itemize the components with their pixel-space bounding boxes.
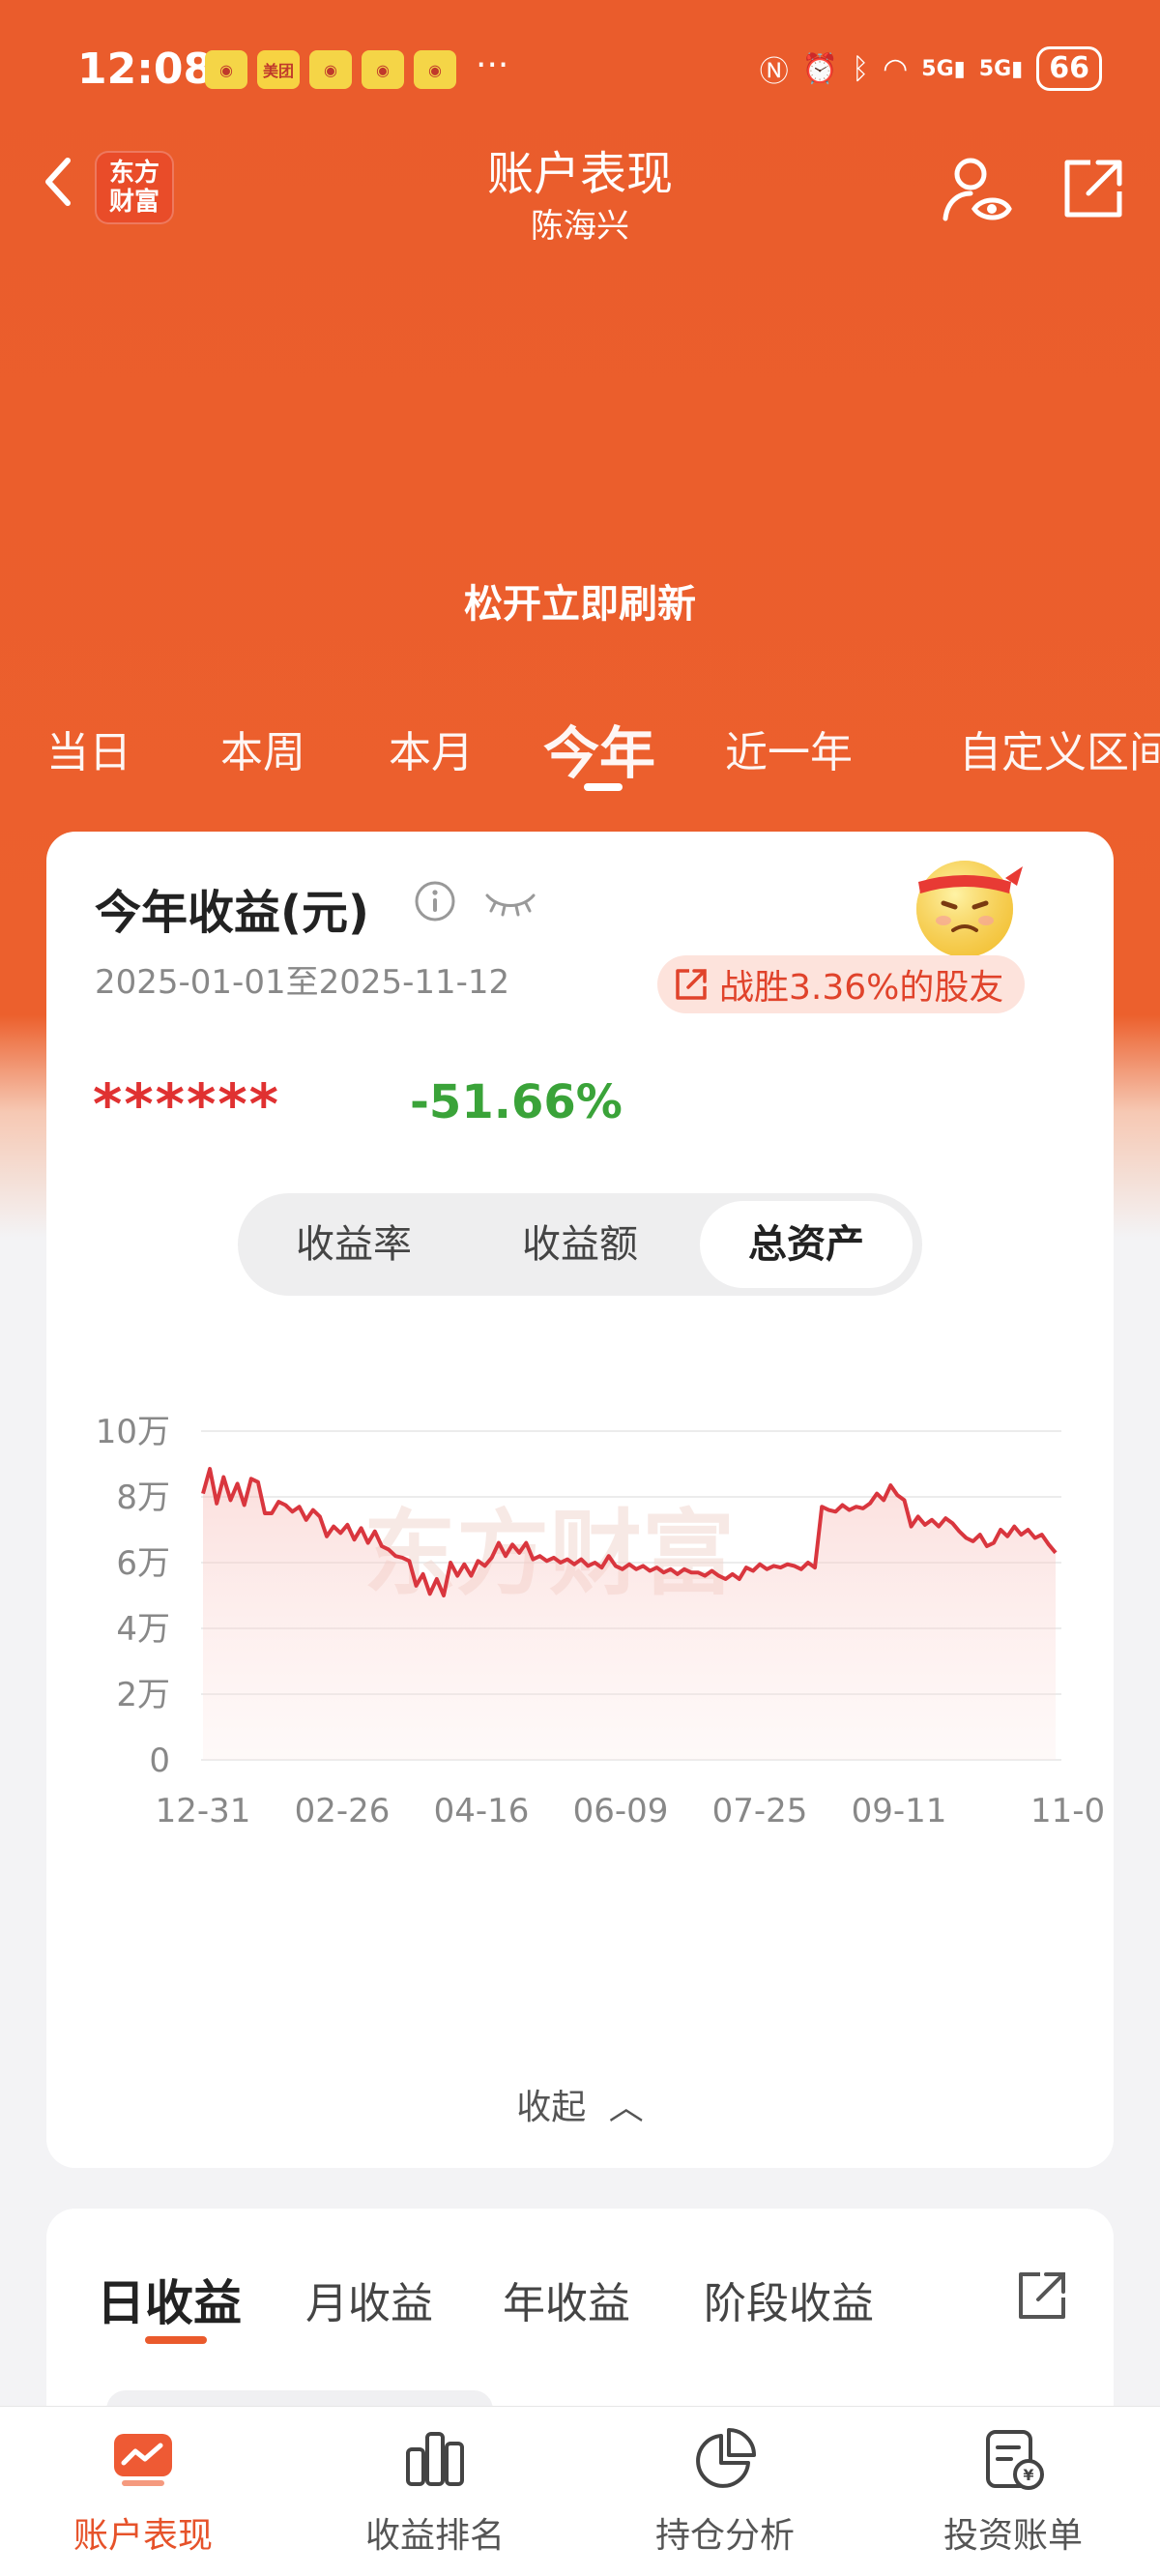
x-tick-label: 04-16 [434,1792,530,1830]
x-axis: 12-31 02-26 04-16 06-09 07-25 09-11 11-0 [156,1792,1106,1830]
tab-last-year[interactable]: 近一年 [725,717,853,779]
weibo-icon: ◉ [309,50,352,89]
tab-yearly-profit[interactable]: 年收益 [503,2269,630,2330]
nav-investment-bill[interactable]: ¥ 投资账单 [897,2424,1129,2558]
date-range: 2025-01-01至2025-11-12 [95,963,510,1002]
system-status: Ⓝ ⏰ ᛒ ◠ 5G▮ 5G▮ 66 [760,46,1102,91]
weibo-icon: ◉ [205,50,247,89]
battery-icon: 66 [1036,46,1102,91]
signal-5g-icon: 5G▮ [978,56,1024,81]
return-percentage: -51.66% [410,1075,623,1129]
nfc-icon: Ⓝ [759,55,789,89]
user-privacy-icon[interactable] [940,153,1013,226]
share-icon[interactable] [1015,2269,1069,2323]
y-tick-label: 2万 [116,1676,170,1714]
x-tick-label: 12-31 [156,1792,251,1830]
hide-amount-icon[interactable] [483,888,537,917]
status-bar: 12:08 ◉ 美团 ◉ ◉ ◉ ··· Ⓝ ⏰ ᛒ ◠ 5G▮ 5G▮ 66 [0,39,1160,101]
tab-daily-profit[interactable]: 日收益 [97,2265,242,2334]
active-tab-indicator [584,783,623,791]
nav-profit-ranking[interactable]: 收益排名 [319,2424,551,2558]
wifi-icon: ◠ [883,51,909,86]
y-tick-label: 6万 [116,1544,170,1583]
active-tab-indicator [145,2336,207,2344]
tab-stage-profit[interactable]: 阶段收益 [704,2269,874,2330]
meituan-icon: 美团 [257,50,300,89]
x-tick-label: 11-0 [1030,1792,1105,1830]
tab-this-week[interactable]: 本周 [220,717,305,779]
period-tabs: 当日 本周 本月 今年 近一年 自定义区间 [0,708,1160,795]
tab-today[interactable]: 当日 [46,717,131,779]
bluetooth-icon: ᛒ [852,51,870,86]
y-axis: 0 2万 4万 6万 8万 10万 [96,1413,170,1780]
bill-icon: ¥ [986,2430,1044,2490]
card-title: 今年收益(元) [95,886,369,940]
x-tick-label: 09-11 [852,1792,947,1830]
nav-account-performance[interactable]: 账户表现 [27,2424,259,2558]
masked-profit-amount: ****** [93,1071,280,1137]
bar-chart-icon [406,2432,464,2486]
more-notifications-icon: ··· [476,45,509,85]
weibo-icon: ◉ [414,50,456,89]
tab-this-year[interactable]: 今年 [543,708,655,789]
chevron-up-icon: ︿ [608,2088,644,2127]
alarm-icon: ⏰ [801,51,839,86]
segment-profit-amount[interactable]: 收益额 [474,1201,686,1288]
y-tick-label: 0 [149,1742,170,1780]
weibo-icon: ◉ [362,50,404,89]
mascot-icon [916,861,1023,957]
x-tick-label: 07-25 [712,1792,808,1830]
share-small-icon [676,969,707,1000]
segment-return-rate[interactable]: 收益率 [247,1201,460,1288]
chart-trend-icon [114,2434,172,2486]
pie-chart-icon [696,2428,756,2488]
y-tick-label: 4万 [116,1610,170,1649]
beat-text: 战胜3.36%的股友 [719,968,1004,1008]
collapse-button[interactable]: 收起 ︿ [46,2079,1114,2129]
tab-custom-range[interactable]: 自定义区间 [959,717,1160,779]
x-tick-label: 06-09 [573,1792,669,1830]
status-time: 12:08 [77,44,214,94]
info-icon[interactable] [414,880,456,922]
metric-switch: 收益率 收益额 总资产 [238,1193,922,1296]
segment-total-assets[interactable]: 总资产 [700,1201,913,1288]
svg-text:¥: ¥ [1023,2466,1033,2484]
notification-icons: ◉ 美团 ◉ ◉ ◉ [205,50,456,89]
share-icon[interactable] [1059,155,1127,222]
pull-refresh-hint: 松开立即刷新 [464,582,696,627]
tab-monthly-profit[interactable]: 月收益 [305,2269,433,2330]
nav-holdings-analysis[interactable]: 持仓分析 [609,2424,841,2558]
year-profit-card: 今年收益(元) 2025-01-01至2025-11-12 战胜3.36%的股友… [46,832,1114,2168]
beat-percentile-badge[interactable]: 战胜3.36%的股友 [657,955,1026,1013]
signal-5g-icon: 5G▮ [921,56,966,81]
bottom-navigation: 账户表现 收益排名 持仓分析 ¥ 投资账单 [0,2406,1160,2576]
tab-this-month[interactable]: 本月 [389,717,474,779]
x-tick-label: 02-26 [295,1792,391,1830]
total-assets-chart: 0 2万 4万 6万 8万 10万 12-31 02-26 04-16 06-09 07-25 09… [96,1413,1106,1830]
y-tick-label: 10万 [96,1413,170,1451]
y-tick-label: 8万 [116,1478,170,1517]
app-header: 东方 财富 账户表现 陈海兴 [0,126,1160,251]
